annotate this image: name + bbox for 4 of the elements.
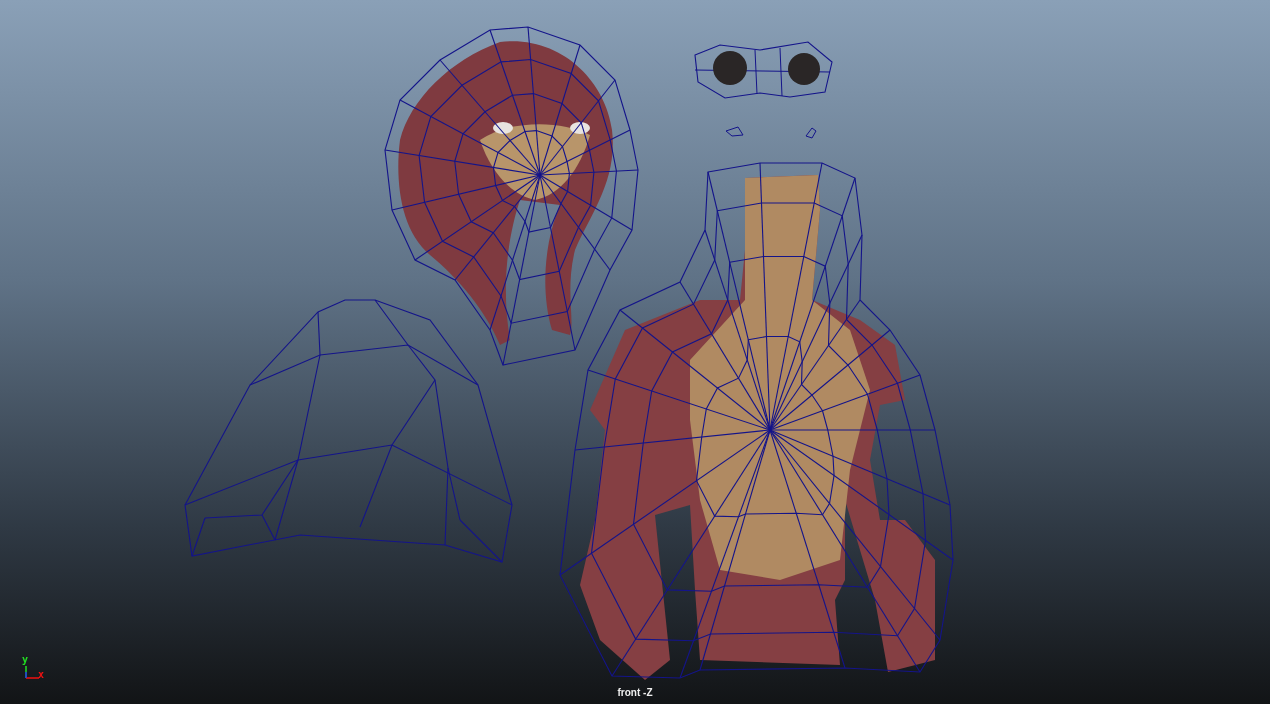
y-axis-label: y	[22, 654, 29, 665]
x-axis-label: x	[38, 669, 45, 680]
axis-indicator-icon	[25, 665, 40, 679]
camera-label: front -Z	[617, 687, 653, 698]
